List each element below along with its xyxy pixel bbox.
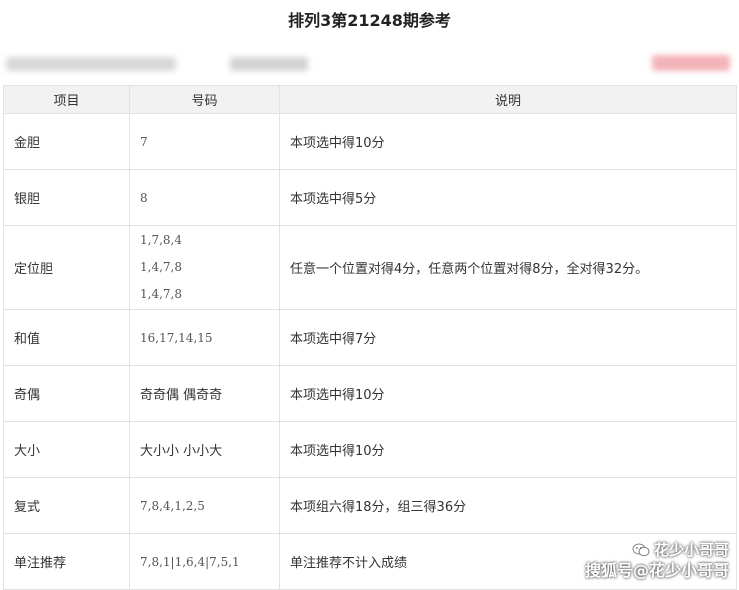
blurred-badge	[652, 55, 730, 71]
row-item: 定位胆	[3, 225, 130, 310]
row-item: 银胆	[3, 169, 130, 226]
row-numbers: 7,8,1|1,6,4|7,5,1	[129, 533, 280, 590]
watermark-top-text: 花少小哥哥	[653, 541, 729, 559]
table-row: 定位胆 1,7,8,4 1,4,7,8 1,4,7,8 任意一个位置对得4分，任…	[3, 225, 737, 310]
row-numbers: 8	[129, 169, 280, 226]
position-line-1: 1,7,8,4	[140, 233, 182, 247]
wechat-icon	[632, 543, 650, 557]
blurred-text	[230, 57, 308, 71]
page-title: 排列3第21248期参考	[288, 11, 451, 30]
table-row: 大小 大小小 小小大 本项选中得10分	[3, 421, 737, 478]
watermark-bottom-text: 搜狐号@花少小哥哥	[584, 561, 729, 580]
row-note: 本项选中得7分	[279, 309, 737, 366]
column-header-note: 说明	[279, 85, 737, 114]
table-row: 银胆 8 本项选中得5分	[3, 169, 737, 226]
row-note: 本项选中得10分	[279, 365, 737, 422]
row-item: 金胆	[3, 113, 130, 170]
table-header-row: 项目 号码 说明	[3, 85, 737, 114]
row-item: 奇偶	[3, 365, 130, 422]
column-header-item: 项目	[3, 85, 130, 114]
blurred-text	[6, 57, 176, 71]
row-item: 复式	[3, 477, 130, 534]
row-note: 本项选中得10分	[279, 421, 737, 478]
row-note: 任意一个位置对得4分，任意两个位置对得8分，全对得32分。	[279, 225, 737, 310]
row-note: 本项选中得5分	[279, 169, 737, 226]
row-numbers: 7	[129, 113, 280, 170]
table-row: 和值 16,17,14,15 本项选中得7分	[3, 309, 737, 366]
reference-table: 项目 号码 说明 金胆 7 本项选中得10分 银胆 8 本项选中得5分 定位胆 …	[3, 85, 737, 590]
row-numbers: 16,17,14,15	[129, 309, 280, 366]
row-numbers: 1,7,8,4 1,4,7,8 1,4,7,8	[129, 225, 280, 310]
position-line-3: 1,4,7,8	[140, 287, 182, 301]
row-item: 大小	[3, 421, 130, 478]
row-numbers: 奇奇偶 偶奇奇	[129, 365, 280, 422]
row-item: 单注推荐	[3, 533, 130, 590]
column-header-numbers: 号码	[129, 85, 280, 114]
table-row: 奇偶 奇奇偶 偶奇奇 本项选中得10分	[3, 365, 737, 422]
watermark: 花少小哥哥 搜狐号@花少小哥哥	[585, 540, 729, 582]
row-note: 本项选中得10分	[279, 113, 737, 170]
position-line-2: 1,4,7,8	[140, 260, 182, 274]
row-note: 本项组六得18分，组三得36分	[279, 477, 737, 534]
row-item: 和值	[3, 309, 130, 366]
row-numbers: 7,8,4,1,2,5	[129, 477, 280, 534]
table-row: 复式 7,8,4,1,2,5 本项组六得18分，组三得36分	[3, 477, 737, 534]
table-row: 金胆 7 本项选中得10分	[3, 113, 737, 170]
row-numbers: 大小小 小小大	[129, 421, 280, 478]
